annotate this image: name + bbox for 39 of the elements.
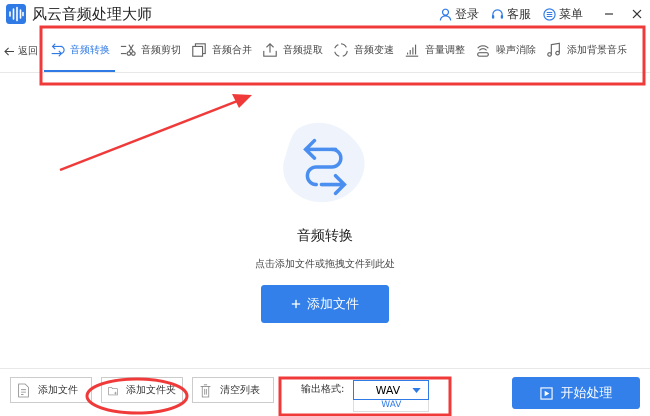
- drop-hint: 点击添加文件或拖拽文件到此处: [255, 258, 395, 271]
- feature-title: 音频转换: [297, 227, 353, 245]
- bar-levels-icon: [404, 42, 420, 58]
- close-icon[interactable]: [632, 9, 642, 19]
- tab[interactable]: 添加背景音乐: [541, 30, 632, 72]
- toolbar-button[interactable]: 添加文件: [10, 377, 92, 403]
- document-icon: [17, 382, 30, 398]
- header-action[interactable]: 菜单: [540, 6, 586, 22]
- play-icon: [540, 386, 552, 400]
- scissors-icon: [120, 42, 136, 58]
- tab[interactable]: 音频变速: [328, 30, 399, 72]
- menu-icon: [543, 8, 556, 20]
- tab[interactable]: 音频转换: [44, 30, 115, 72]
- dropdown-option[interactable]: WAV: [353, 400, 430, 412]
- plus-icon: [291, 299, 301, 309]
- user-icon: [439, 8, 452, 20]
- tab[interactable]: 音量调整: [399, 30, 470, 72]
- app-logo-icon: [6, 4, 26, 24]
- header-action[interactable]: 客服: [488, 6, 534, 22]
- trash-icon: [199, 382, 212, 398]
- window-title: 风云音频处理大师: [32, 4, 152, 24]
- upload-icon: [262, 42, 278, 58]
- header-action[interactable]: 登录: [436, 6, 482, 22]
- tab[interactable]: 音频提取: [257, 30, 328, 72]
- add-file-button[interactable]: 添加文件: [261, 285, 389, 323]
- output-format-label: 输出格式:: [301, 382, 344, 397]
- toolbar-button[interactable]: 清空列表: [192, 377, 274, 403]
- tab[interactable]: 音频合并: [186, 30, 257, 72]
- tab[interactable]: 音频剪切: [115, 30, 186, 72]
- caret-icon: [412, 388, 422, 392]
- format-dropdown[interactable]: WAV: [353, 380, 430, 400]
- swap-arrows-icon: [49, 42, 65, 58]
- back-button[interactable]: 返回: [4, 30, 44, 72]
- music-note-icon: [546, 42, 562, 58]
- overlapping-squares-icon: [191, 42, 207, 58]
- start-button[interactable]: 开始处理: [512, 377, 640, 409]
- headset-icon: [491, 8, 504, 20]
- tab[interactable]: 噪声消除: [470, 30, 541, 72]
- back-arrow-icon: [4, 46, 15, 56]
